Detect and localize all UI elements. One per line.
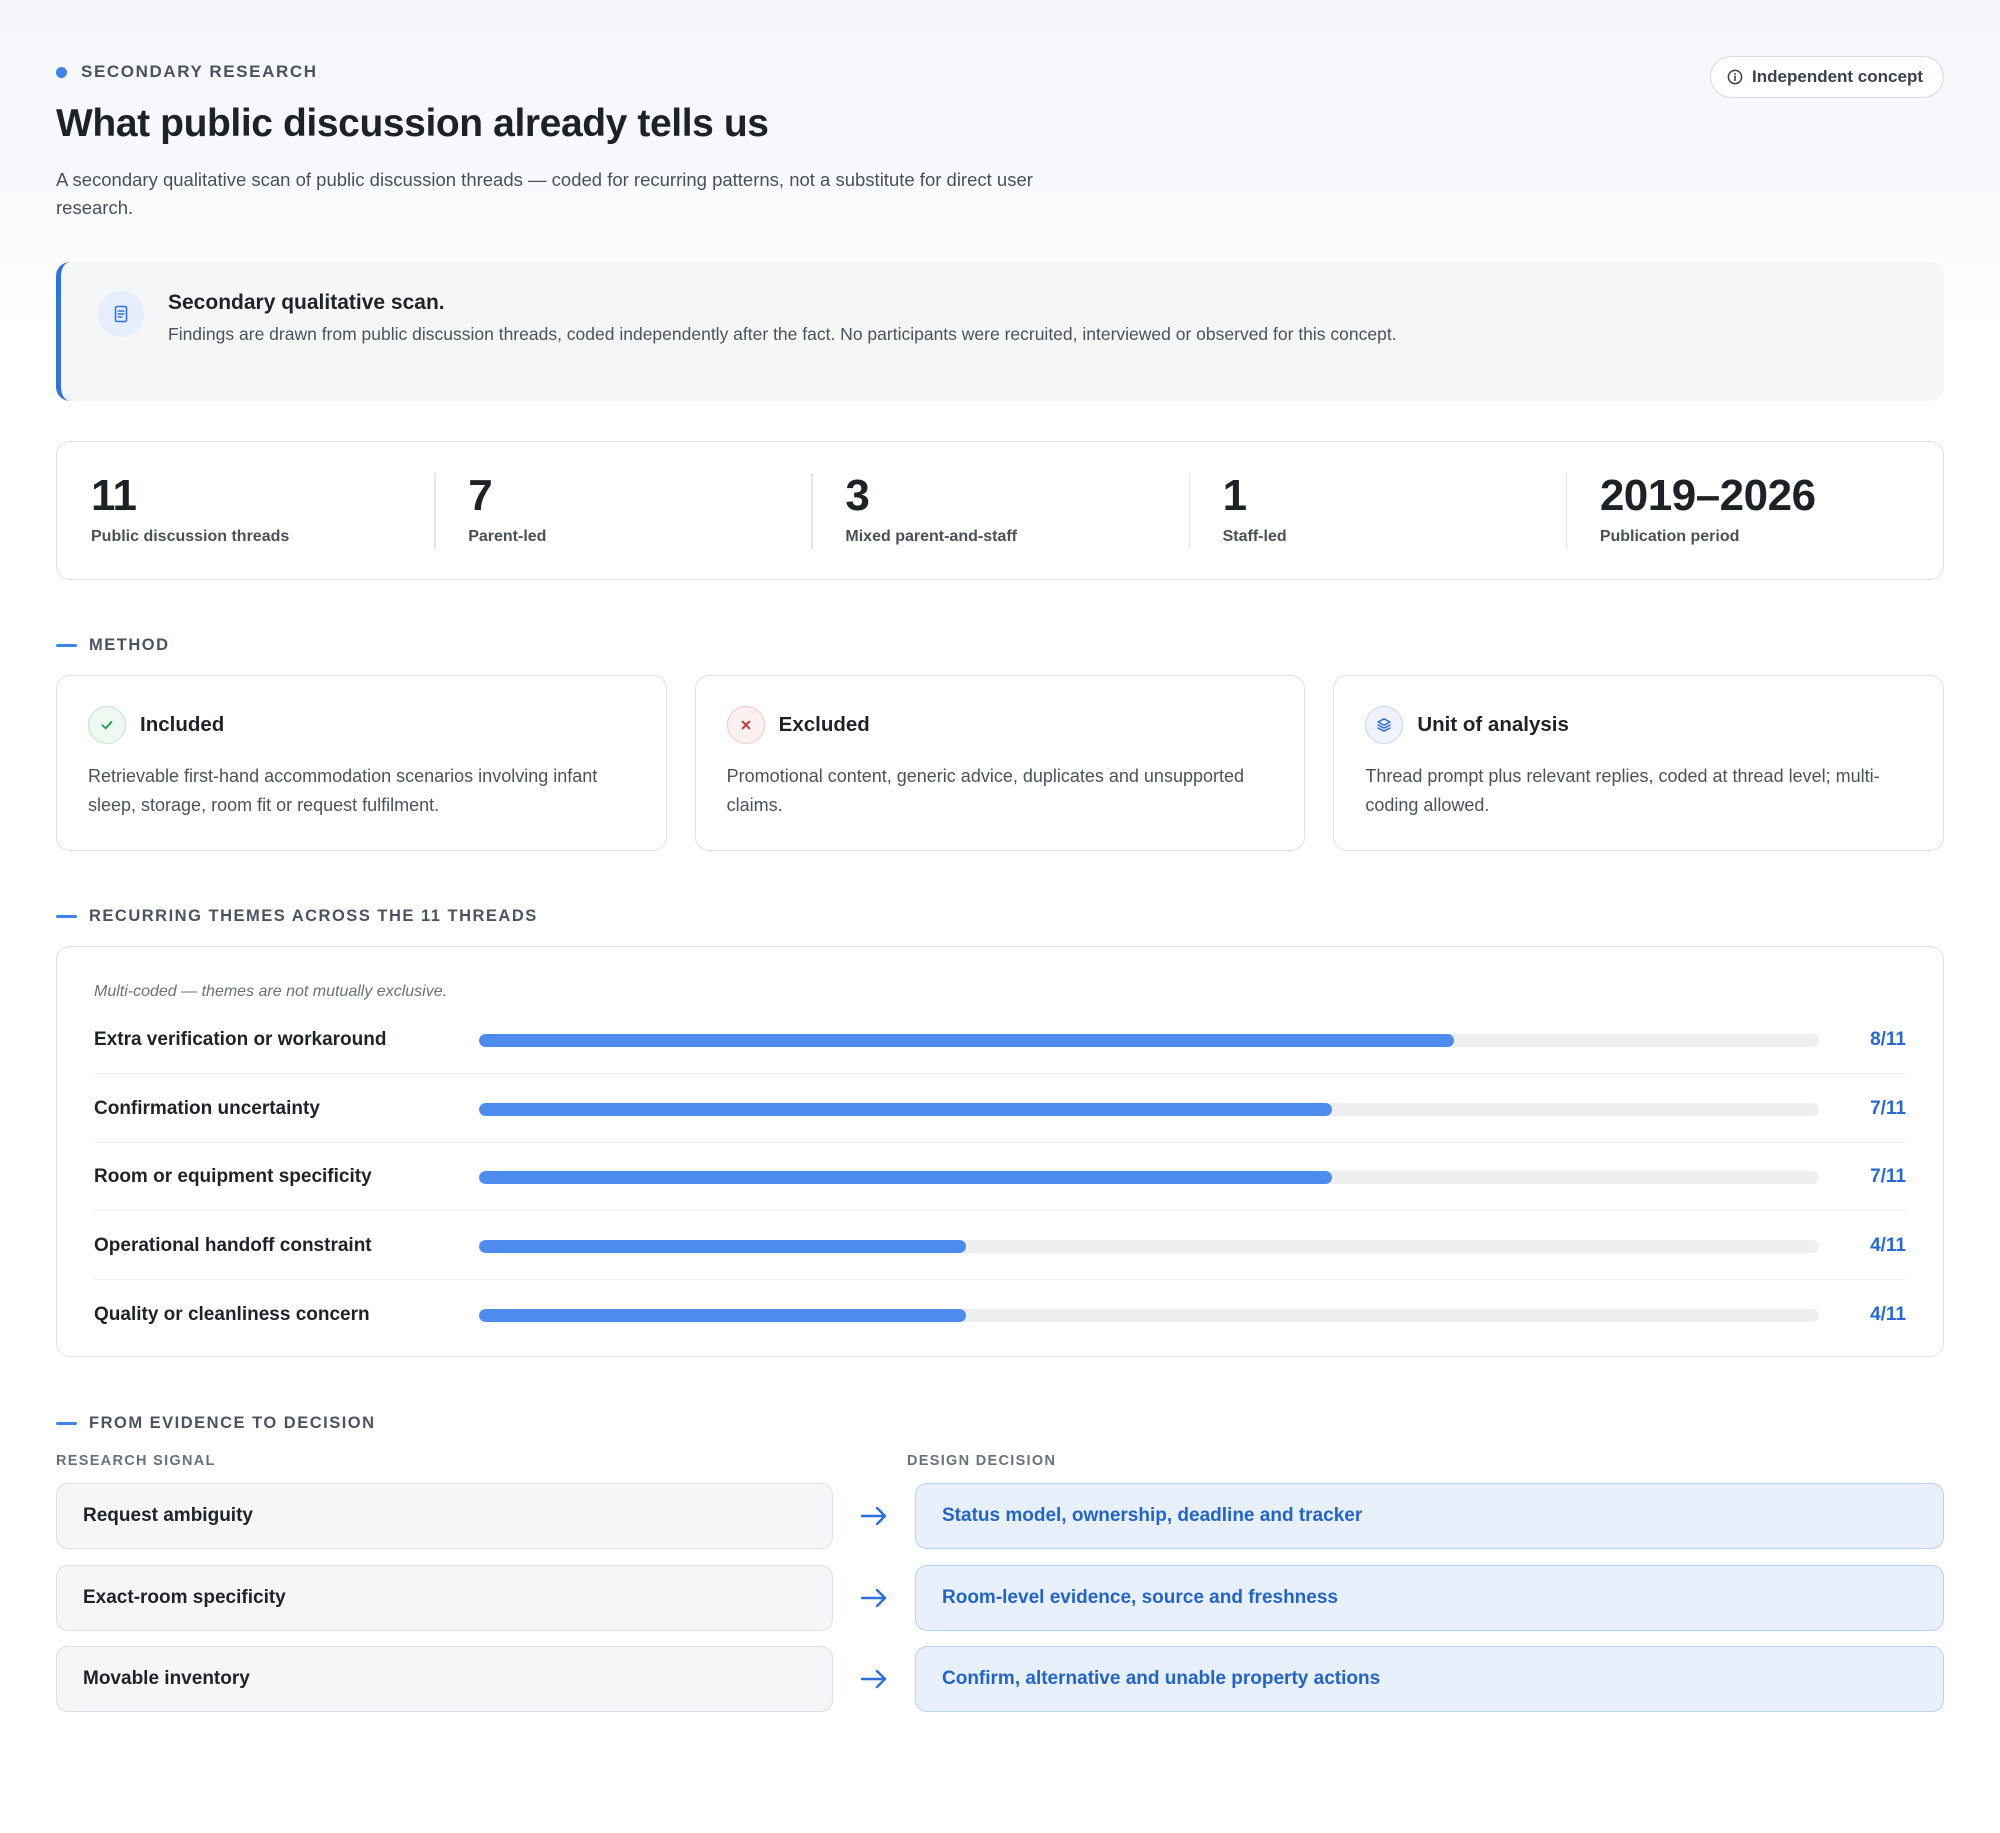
secondary-scan-callout: Secondary qualitative scan. Findings are… [56,262,1944,401]
card-text: Promotional content, generic advice, dup… [726,766,1245,815]
cross-icon [726,706,765,744]
stat-label: Public discussion threads [91,528,290,545]
theme-count: 4/11 [1870,1235,1906,1256]
theme-bar-fill [479,1103,1332,1116]
evidence-section-label: FROM EVIDENCE TO DECISION [56,1414,376,1433]
themes-note: Multi-coded — themes are not mutually ex… [94,983,448,1000]
stat-staff-led: 1 Staff-led [1188,470,1566,551]
stat-value: 11 [91,471,137,520]
stat-value: 3 [845,471,870,520]
theme-label: Operational handoff constraint [94,1235,372,1256]
theme-label: Confirmation uncertainty [94,1098,320,1119]
research-signal-header: RESEARCH SIGNAL [56,1453,216,1469]
theme-label: Room or equipment specificity [94,1166,372,1187]
research-signal: Movable inventory [56,1646,833,1712]
stat-label: Staff-led [1222,528,1287,545]
theme-bar-fill [479,1171,1332,1184]
theme-bar-track [479,1034,1819,1047]
card-text: Thread prompt plus relevant replies, cod… [1365,766,1880,815]
theme-count: 4/11 [1870,1304,1906,1325]
themes-label-text: RECURRING THEMES ACROSS THE 11 THREADS [89,907,538,925]
page-title: What public discussion already tells us [56,102,769,145]
card-title: Excluded [778,713,870,736]
theme-bar-track [479,1240,1819,1253]
theme-label: Quality or cleanliness concern [94,1304,370,1325]
method-card-excluded: Excluded Promotional content, generic ad… [694,675,1306,851]
design-decision-header: DESIGN DECISION [907,1453,1057,1469]
design-decision: Confirm, alternative and unable property… [915,1646,1944,1712]
callout-body: Findings are drawn from public discussio… [168,324,1397,344]
evidence-pair: Exact-room specificity Room-level eviden… [56,1565,1944,1631]
row-divider [94,1278,1906,1280]
independent-concept-badge: Independent concept [1710,56,1944,98]
stat-mixed: 3 Mixed parent-and-staff [811,470,1188,551]
theme-label: Extra verification or workaround [94,1029,387,1050]
stat-parent-led: 7 Parent-led [434,470,811,551]
theme-row: Quality or cleanliness concern 4/11 [94,1281,1906,1349]
evidence-pair: Request ambiguity Status model, ownershi… [56,1483,1944,1549]
stat-publication-period: 2019–2026 Publication period [1565,470,1943,551]
dash-icon [56,644,77,647]
eyebrow-dot-icon [56,66,67,78]
research-signal: Exact-room specificity [56,1565,833,1631]
info-icon [1727,69,1743,85]
theme-count: 7/11 [1870,1166,1906,1187]
stat-label: Mixed parent-and-staff [845,528,1017,545]
theme-bar-track [479,1309,1819,1322]
layers-icon [1365,706,1404,744]
theme-row: Extra verification or workaround 8/11 [94,1006,1906,1074]
theme-row: Room or equipment specificity 7/11 [94,1143,1906,1211]
stat-value: 1 [1222,471,1247,520]
theme-bar-fill [479,1309,967,1322]
theme-row: Confirmation uncertainty 7/11 [94,1075,1906,1143]
method-card-unit-of-analysis: Unit of analysis Thread prompt plus rele… [1333,675,1945,851]
theme-count: 8/11 [1870,1029,1906,1050]
dash-icon [56,915,77,918]
research-signal: Request ambiguity [56,1483,833,1549]
arrow-right-icon [860,1669,887,1689]
method-card-included: Included Retrievable first-hand accommod… [56,675,667,851]
row-divider [94,1072,1906,1074]
design-decision: Status model, ownership, deadline and tr… [915,1483,1944,1549]
design-decision: Room-level evidence, source and freshnes… [915,1565,1944,1631]
stat-label: Parent-led [468,528,547,545]
evidence-pair: Movable inventory Confirm, alternative a… [56,1646,1944,1712]
badge-label: Independent concept [1752,67,1923,86]
theme-count: 7/11 [1870,1098,1906,1119]
evidence-label-text: FROM EVIDENCE TO DECISION [89,1414,376,1432]
stat-value: 7 [468,471,493,520]
method-label-text: METHOD [89,636,170,654]
dash-icon [56,1422,77,1425]
theme-bar-track [479,1171,1819,1184]
eyebrow: SECONDARY RESEARCH [56,62,318,82]
themes-panel: Multi-coded — themes are not mutually ex… [56,946,1944,1357]
stat-value: 2019–2026 [1599,471,1816,520]
card-text: Retrievable first-hand accommodation sce… [88,766,598,815]
stat-label: Publication period [1599,528,1740,545]
arrow-right-icon [860,1588,887,1608]
page-subtitle: A secondary qualitative scan of public d… [56,169,1033,218]
row-divider [94,1209,1906,1211]
arrow-right-icon [860,1506,887,1526]
stat-threads: 11 Public discussion threads [57,470,434,551]
theme-bar-track [479,1103,1819,1116]
theme-row: Operational handoff constraint 4/11 [94,1212,1906,1280]
method-section-label: METHOD [56,636,170,655]
theme-bar-fill [479,1034,1454,1047]
theme-bar-fill [479,1240,967,1253]
method-cards: Included Retrievable first-hand accommod… [56,675,1945,851]
stats-panel: 11 Public discussion threads 7 Parent-le… [56,441,1944,580]
card-title: Included [140,713,225,736]
document-icon [98,291,144,337]
eyebrow-label: SECONDARY RESEARCH [81,62,318,81]
callout-title: Secondary qualitative scan. [168,291,445,314]
card-title: Unit of analysis [1417,713,1569,736]
check-icon [88,706,126,744]
themes-section-label: RECURRING THEMES ACROSS THE 11 THREADS [56,907,538,926]
